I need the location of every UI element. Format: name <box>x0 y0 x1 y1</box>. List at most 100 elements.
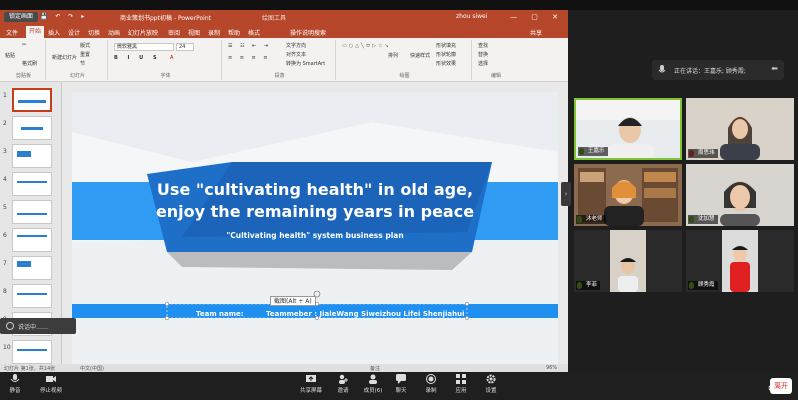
video-tile[interactable]: 王嘉乐 <box>574 98 682 160</box>
shape-effect-button[interactable]: 形状效果 <box>436 60 456 67</box>
slide-thumbnail[interactable] <box>12 284 52 308</box>
camera-icon <box>46 376 56 382</box>
ribbon-tabs: 文件 开始 插入 设计 切换 动画 幻灯片放映 审阅 视图 录制 帮助 格式 操… <box>0 26 568 38</box>
collapse-panel-button[interactable]: › <box>561 182 571 206</box>
chat-button[interactable]: 聊天 <box>386 374 416 394</box>
record-button[interactable]: 录制 <box>416 374 446 394</box>
slide-thumbnail[interactable] <box>12 172 52 196</box>
slide-thumbnail[interactable] <box>12 144 52 168</box>
gear-icon <box>486 374 496 384</box>
find-button[interactable]: 查找 <box>478 42 488 49</box>
participant-name: 沈加慧 <box>688 215 718 224</box>
list-buttons[interactable]: ☰ ☷ ⇤ ⇥ <box>228 43 271 49</box>
video-tile[interactable]: 李菲 <box>574 230 682 292</box>
slide-number: 10 <box>3 344 11 351</box>
smartart-button[interactable]: 转换为 SmartArt <box>286 60 325 67</box>
participant-name: 周思玮 <box>688 149 718 158</box>
tab-home[interactable]: 开始 <box>26 26 45 38</box>
reset-button[interactable]: 重置 <box>80 51 90 58</box>
shapes-gallery[interactable]: ▭○△╲⬭▷☆↘ <box>342 43 391 49</box>
tab-file[interactable]: 文件 <box>6 28 18 37</box>
align-text-button[interactable]: 对齐文本 <box>286 51 306 58</box>
slide-thumbnail[interactable] <box>12 200 52 224</box>
replace-button[interactable]: 替换 <box>478 51 488 58</box>
speaking-indicator: 正在讲话：王嘉乐; 顾秀霞; ⬅ <box>652 60 784 80</box>
new-slide-button[interactable]: 新建幻灯片 <box>52 54 77 61</box>
tab-view[interactable]: 视图 <box>188 28 200 37</box>
participant-name: 李菲 <box>576 281 601 290</box>
stop-video-button[interactable]: 停止视频 <box>36 374 66 394</box>
record-label: 录制 <box>425 388 437 394</box>
tell-me-search[interactable]: 操作说明搜索 <box>290 28 326 37</box>
shape-fill-button[interactable]: 形状填充 <box>436 42 456 49</box>
slide-title-line-1[interactable]: Use "cultivating health" in old age, <box>72 180 558 199</box>
ribbon: 粘贴 ✂ 格式刷 剪贴板 新建幻灯片 版式 重置 节 幻灯片 微软雅黑 24 B… <box>0 38 568 82</box>
participant-name: 王嘉乐 <box>578 147 608 156</box>
format-painter-button[interactable]: 格式刷 <box>22 60 37 67</box>
section-button[interactable]: 节 <box>80 60 85 67</box>
slide-number: 3 <box>3 148 7 155</box>
video-tile[interactable]: 顾秀霞 <box>686 230 794 292</box>
video-tile[interactable]: 沈加慧 <box>686 164 794 226</box>
video-tile[interactable]: 周思玮 <box>686 98 794 160</box>
tab-animations[interactable]: 动画 <box>108 28 120 37</box>
share-screen-button[interactable]: 共享屏幕 <box>296 374 326 394</box>
ime-indicator[interactable]: 中 <box>768 382 777 395</box>
apps-button[interactable]: 应用 <box>446 374 476 394</box>
notes-button[interactable]: 备注 <box>370 365 380 372</box>
context-tab-label: 绘图工具 <box>262 15 287 22</box>
slide-thumbnail[interactable] <box>12 116 52 140</box>
tab-record[interactable]: 录制 <box>208 28 220 37</box>
slide-number: 1 <box>3 92 7 99</box>
tab-review[interactable]: 审阅 <box>168 28 180 37</box>
align-buttons[interactable]: ≡ ≡ ≡ ≡ <box>228 55 271 61</box>
settings-button[interactable]: 设置 <box>476 374 506 394</box>
slide-counter: 幻灯片 第1张，共14张 <box>4 366 56 372</box>
slide-number: 8 <box>3 288 7 295</box>
quick-styles-button[interactable]: 快速样式 <box>410 52 430 59</box>
ppt-user-name[interactable]: zhou siwei <box>456 13 487 20</box>
tab-transitions[interactable]: 切换 <box>88 28 100 37</box>
team-members-text[interactable]: Teammeber : JialeWang Siweizhou Lifei Sh… <box>266 310 465 318</box>
slide-thumbnail[interactable] <box>12 88 52 112</box>
paste-button[interactable]: 粘贴 <box>5 52 15 59</box>
window-controls[interactable]: — ▢ ✕ <box>510 13 564 21</box>
tab-insert[interactable]: 插入 <box>48 28 60 37</box>
slide-subtitle[interactable]: "Cultivating health" system business pla… <box>72 231 558 240</box>
back-arrow-icon[interactable]: ⬅ <box>771 64 778 73</box>
cut-icon[interactable]: ✂ <box>22 42 26 48</box>
tab-design[interactable]: 设计 <box>68 28 80 37</box>
share-button[interactable]: 共享 <box>530 28 542 37</box>
team-name-label[interactable]: Team name: <box>196 310 244 318</box>
paragraph-group: ☰ ☷ ⇤ ⇥ 文字方向 对齐文本 转换为 SmartArt ≡ ≡ ≡ ≡ 段… <box>224 40 336 80</box>
tab-format[interactable]: 格式 <box>248 28 260 37</box>
layout-button[interactable]: 版式 <box>80 42 90 49</box>
arrange-button[interactable]: 排列 <box>388 52 398 59</box>
slide-thumbnail[interactable] <box>12 340 52 364</box>
slide-thumbnail[interactable] <box>12 256 52 280</box>
zoom-level[interactable]: 96% <box>546 365 557 371</box>
slide-number: 7 <box>3 260 7 267</box>
text-direction-button[interactable]: 文字方向 <box>286 42 306 49</box>
floating-speaker-indicator[interactable]: 说话中…… <box>0 318 76 334</box>
invite-button[interactable]: 邀请 <box>328 374 358 394</box>
tab-slideshow[interactable]: 幻灯片放映 <box>128 28 158 37</box>
apps-icon <box>456 374 466 384</box>
shape-outline-button[interactable]: 形状轮廓 <box>436 51 456 58</box>
current-slide[interactable]: Use "cultivating health" in old age, enj… <box>72 92 558 364</box>
slide-title-line-2[interactable]: enjoy the remaining years in peace <box>72 202 558 221</box>
tab-help[interactable]: 帮助 <box>228 28 240 37</box>
select-button[interactable]: 选择 <box>478 60 488 67</box>
font-color-icon[interactable]: A <box>170 55 173 61</box>
font-size-select[interactable]: 24 <box>176 43 194 51</box>
ppt-window-title: 商业策划书ppt初稿 - PowerPoint <box>120 15 211 22</box>
share-screen-icon <box>306 375 316 382</box>
lock-screen-badge[interactable]: 锁定画面 <box>4 12 39 22</box>
slide-thumbnail[interactable] <box>12 228 52 252</box>
font-name-select[interactable]: 微软雅黑 <box>114 43 174 51</box>
quick-access-toolbar[interactable]: 💾 ↶ ↷ ▸ <box>40 13 87 20</box>
video-tile[interactable]: 沐老师 <box>574 164 682 226</box>
members-button[interactable]: 成员(6) <box>358 374 388 394</box>
font-format-buttons[interactable]: B I U S <box>114 55 161 61</box>
mute-button[interactable]: 静音 <box>0 374 30 394</box>
